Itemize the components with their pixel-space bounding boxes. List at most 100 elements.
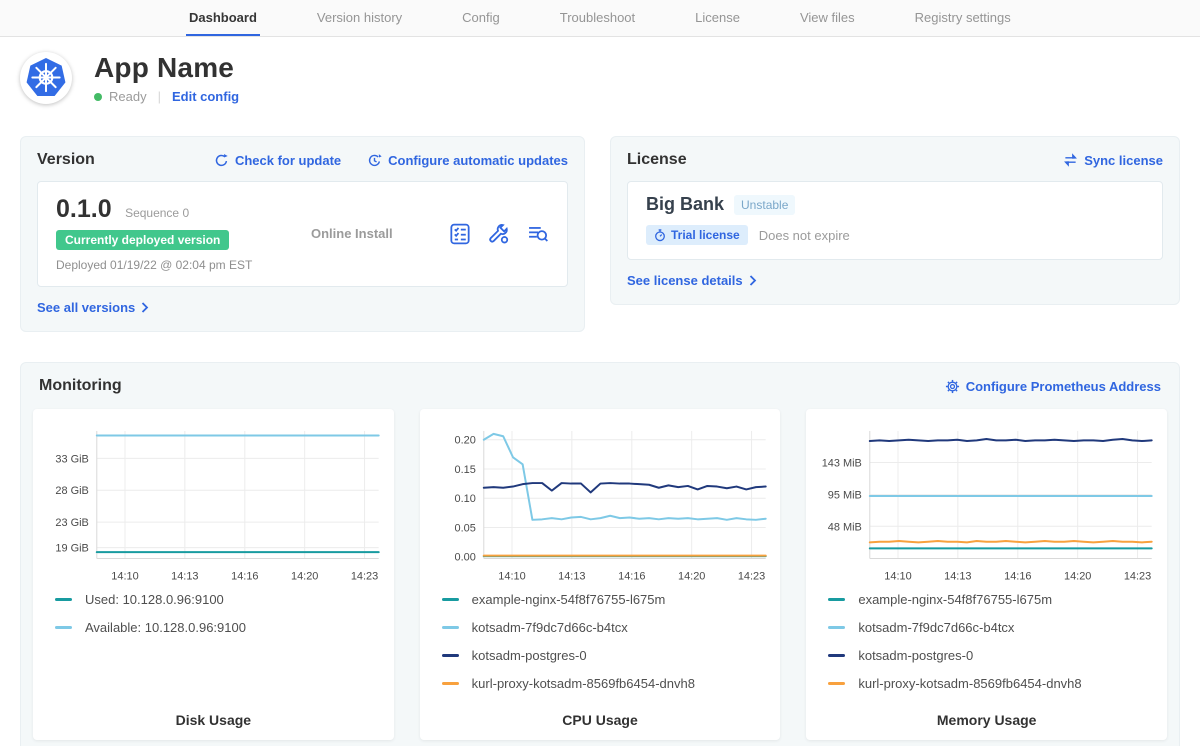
disk-usage-legend: Used: 10.128.0.96:9100 Available: 10.128…	[55, 592, 386, 648]
legend-swatch	[442, 682, 459, 685]
legend-item: kotsadm-postgres-0	[828, 648, 1159, 663]
legend-swatch	[442, 654, 459, 657]
legend-swatch	[55, 626, 72, 629]
license-card-title: License	[627, 151, 687, 169]
svg-text:0.15: 0.15	[454, 464, 475, 476]
legend-item: kotsadm-postgres-0	[442, 648, 773, 663]
tab-registry-settings[interactable]: Registry settings	[912, 0, 1014, 36]
edit-config-link[interactable]: Edit config	[172, 89, 239, 104]
tab-troubleshoot[interactable]: Troubleshoot	[557, 0, 638, 36]
version-card-title: Version	[37, 151, 95, 169]
legend-item: Used: 10.128.0.96:9100	[55, 592, 386, 607]
svg-text:14:23: 14:23	[1124, 570, 1151, 582]
version-sequence: Sequence 0	[125, 206, 189, 220]
svg-text:14:20: 14:20	[678, 570, 705, 582]
svg-text:28 GiB: 28 GiB	[55, 485, 88, 497]
svg-text:0.20: 0.20	[454, 435, 475, 447]
svg-text:14:20: 14:20	[1064, 570, 1091, 582]
kubernetes-logo-icon	[20, 52, 72, 104]
memory-usage-chart-title: Memory Usage	[814, 704, 1159, 728]
memory-usage-card: 48 MiB 95 MiB 143 MiB 14:10 14:13 14:16 14:20 1…	[806, 409, 1167, 740]
chevron-right-icon	[749, 275, 757, 286]
memory-usage-chart: 48 MiB 95 MiB 143 MiB 14:10 14:13 14:16 14:20 1…	[814, 421, 1159, 586]
page-title: App Name	[94, 52, 239, 84]
svg-text:14:16: 14:16	[1004, 570, 1031, 582]
sync-license-link[interactable]: Sync license	[1063, 153, 1163, 168]
legend-item: example-nginx-54f8f76755-l675m	[828, 592, 1159, 607]
edit-config-icon[interactable]	[488, 223, 510, 245]
see-all-versions-link[interactable]: See all versions	[37, 300, 149, 315]
legend-swatch	[828, 598, 845, 601]
tab-dashboard[interactable]: Dashboard	[186, 0, 260, 36]
svg-text:0.00: 0.00	[454, 552, 475, 564]
schedule-update-icon	[367, 153, 382, 168]
svg-text:143 MiB: 143 MiB	[822, 458, 862, 470]
memory-usage-legend: example-nginx-54f8f76755-l675m kotsadm-7…	[828, 592, 1159, 704]
svg-text:0.10: 0.10	[454, 493, 475, 505]
tab-license[interactable]: License	[692, 0, 743, 36]
legend-item: kurl-proxy-kotsadm-8569fb6454-dnvh8	[442, 676, 773, 691]
deployed-timestamp: Deployed 01/19/22 @ 02:04 pm EST	[56, 258, 311, 272]
check-for-update-link[interactable]: Check for update	[214, 153, 341, 168]
svg-text:14:23: 14:23	[738, 570, 765, 582]
license-expiry: Does not expire	[759, 228, 850, 243]
legend-item: kurl-proxy-kotsadm-8569fb6454-dnvh8	[828, 676, 1159, 691]
cpu-usage-chart-title: CPU Usage	[428, 704, 773, 728]
app-status: Ready	[109, 89, 147, 104]
legend-item: kotsadm-7f9dc7d66c-b4tcx	[828, 620, 1159, 635]
license-customer-name: Big Bank	[646, 194, 724, 215]
tab-version-history[interactable]: Version history	[314, 0, 405, 36]
svg-text:14:10: 14:10	[885, 570, 912, 582]
svg-text:14:13: 14:13	[171, 570, 198, 582]
version-number: 0.1.0	[56, 195, 112, 223]
preflight-checks-icon[interactable]	[449, 223, 471, 245]
svg-text:14:13: 14:13	[945, 570, 972, 582]
legend-swatch	[442, 598, 459, 601]
tab-config[interactable]: Config	[459, 0, 503, 36]
svg-text:14:16: 14:16	[618, 570, 645, 582]
gear-icon	[945, 379, 960, 394]
install-type: Online Install	[311, 226, 449, 241]
svg-text:0.05: 0.05	[454, 522, 475, 534]
see-license-details-link[interactable]: See license details	[627, 273, 757, 288]
cpu-usage-legend: example-nginx-54f8f76755-l675m kotsadm-7…	[442, 592, 773, 704]
svg-text:95 MiB: 95 MiB	[828, 490, 862, 502]
svg-text:14:10: 14:10	[111, 570, 138, 582]
disk-usage-chart: 19 GiB 23 GiB 28 GiB 33 GiB 14:10 14:13 14:16 1…	[41, 421, 386, 586]
disk-usage-chart-title: Disk Usage	[41, 704, 386, 728]
app-header: App Name Ready | Edit config	[20, 52, 1180, 104]
configure-prometheus-link[interactable]: Configure Prometheus Address	[945, 379, 1161, 394]
disk-usage-card: 19 GiB 23 GiB 28 GiB 33 GiB 14:10 14:13 14:16 1…	[33, 409, 394, 740]
top-nav: Dashboard Version history Config Trouble…	[0, 0, 1200, 37]
deployed-badge: Currently deployed version	[56, 230, 229, 250]
monitoring-section: Monitoring Configure Prometheus Address	[20, 362, 1180, 746]
ready-status-dot	[94, 93, 102, 101]
refresh-icon	[214, 153, 229, 168]
cpu-usage-chart: 0.00 0.05 0.10 0.15 0.20 14:10 14:13 14:16 14:20…	[428, 421, 773, 586]
legend-item: Available: 10.128.0.96:9100	[55, 620, 386, 635]
deploy-logs-icon[interactable]	[527, 223, 549, 245]
svg-text:14:16: 14:16	[231, 570, 258, 582]
channel-badge: Unstable	[734, 195, 795, 215]
svg-text:19 GiB: 19 GiB	[55, 543, 88, 555]
legend-swatch	[828, 682, 845, 685]
svg-text:33 GiB: 33 GiB	[55, 453, 88, 465]
tab-view-files[interactable]: View files	[797, 0, 858, 36]
trial-license-badge: Trial license	[646, 225, 748, 245]
svg-text:14:13: 14:13	[558, 570, 585, 582]
legend-swatch	[442, 626, 459, 629]
cpu-usage-card: 0.00 0.05 0.10 0.15 0.20 14:10 14:13 14:16 14:20…	[420, 409, 781, 740]
divider: |	[158, 89, 161, 104]
svg-text:48 MiB: 48 MiB	[828, 521, 862, 533]
svg-text:14:20: 14:20	[291, 570, 318, 582]
version-card: Version Check for update	[20, 136, 585, 332]
legend-swatch	[55, 598, 72, 601]
svg-text:23 GiB: 23 GiB	[55, 517, 88, 529]
legend-item: example-nginx-54f8f76755-l675m	[442, 592, 773, 607]
chevron-right-icon	[141, 302, 149, 313]
legend-swatch	[828, 626, 845, 629]
configure-updates-link[interactable]: Configure automatic updates	[367, 153, 568, 168]
svg-text:14:10: 14:10	[498, 570, 525, 582]
stopwatch-icon	[654, 229, 666, 242]
monitoring-title: Monitoring	[39, 377, 122, 395]
